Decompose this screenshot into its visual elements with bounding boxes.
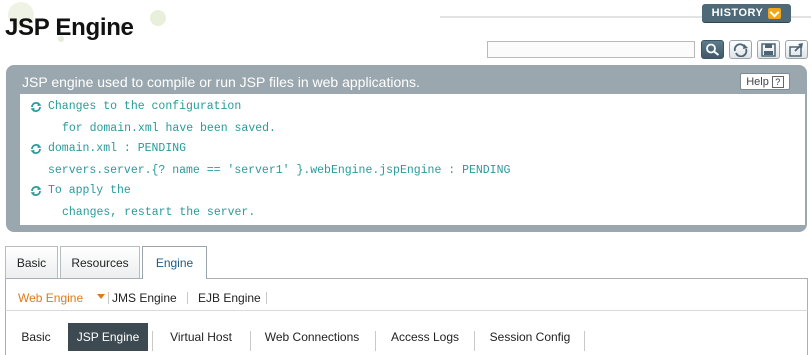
page-description: JSP engine used to compile or run JSP fi… [22, 74, 420, 90]
help-label: Help [746, 75, 769, 88]
sync-icon [30, 144, 42, 154]
separator [375, 331, 376, 351]
tab-engine[interactable]: Engine [142, 246, 207, 279]
subtab-ejb-engine[interactable]: EJB Engine [198, 291, 261, 305]
chevron-down-icon [97, 294, 105, 299]
separator [266, 292, 267, 304]
subtab-jms-engine[interactable]: JMS Engine [112, 291, 177, 305]
engine-sub-nav: Web Engine JMS Engine EJB Engine [5, 279, 808, 311]
refresh-button[interactable] [729, 40, 752, 59]
search-button[interactable] [701, 40, 724, 59]
separator [187, 292, 188, 304]
status-message: To apply the [48, 184, 131, 197]
decorative-circle [150, 10, 166, 26]
search-icon [706, 43, 720, 56]
separator [474, 331, 475, 351]
subtab-web-engine[interactable]: Web Engine [18, 291, 83, 305]
tab-session-config[interactable]: Session Config [478, 323, 582, 351]
page-title: JSP Engine [5, 14, 134, 41]
web-engine-tab-bar: Basic JSP Engine Virtual Host Web Connec… [5, 311, 808, 355]
status-message: domain.xml : PENDING [48, 142, 187, 155]
help-button[interactable]: Help ? [740, 73, 790, 90]
export-icon [789, 42, 803, 57]
history-button[interactable]: HISTORY [702, 4, 791, 22]
tab-web-connections[interactable]: Web Connections [254, 323, 370, 351]
sync-icon [30, 186, 42, 196]
save-icon [761, 42, 776, 57]
chevron-down-icon [768, 7, 782, 19]
separator [250, 331, 251, 351]
tab-jsp-engine[interactable]: JSP Engine [68, 323, 148, 351]
main-tab-bar: Basic Resources Engine [5, 246, 808, 279]
save-button[interactable] [757, 40, 780, 59]
help-icon: ? [771, 75, 784, 88]
separator [108, 292, 109, 304]
search-input[interactable] [487, 41, 695, 58]
separator [152, 331, 153, 351]
status-message: changes, restart the server. [62, 206, 256, 219]
history-label: HISTORY [711, 7, 764, 19]
sync-icon [30, 102, 42, 112]
status-message: servers.server.{? name == 'server1' }.we… [48, 164, 511, 177]
separator [584, 331, 585, 351]
refresh-icon [733, 42, 748, 57]
status-message: for domain.xml have been saved. [62, 122, 276, 135]
export-button[interactable] [785, 40, 808, 59]
tab-basic[interactable]: Basic [5, 246, 58, 278]
tab-access-logs[interactable]: Access Logs [379, 323, 471, 351]
tab-resources[interactable]: Resources [60, 246, 140, 278]
tab-basic-settings[interactable]: Basic [10, 323, 62, 351]
tab-virtual-host[interactable]: Virtual Host [156, 323, 246, 351]
status-message: Changes to the configuration [48, 100, 242, 113]
